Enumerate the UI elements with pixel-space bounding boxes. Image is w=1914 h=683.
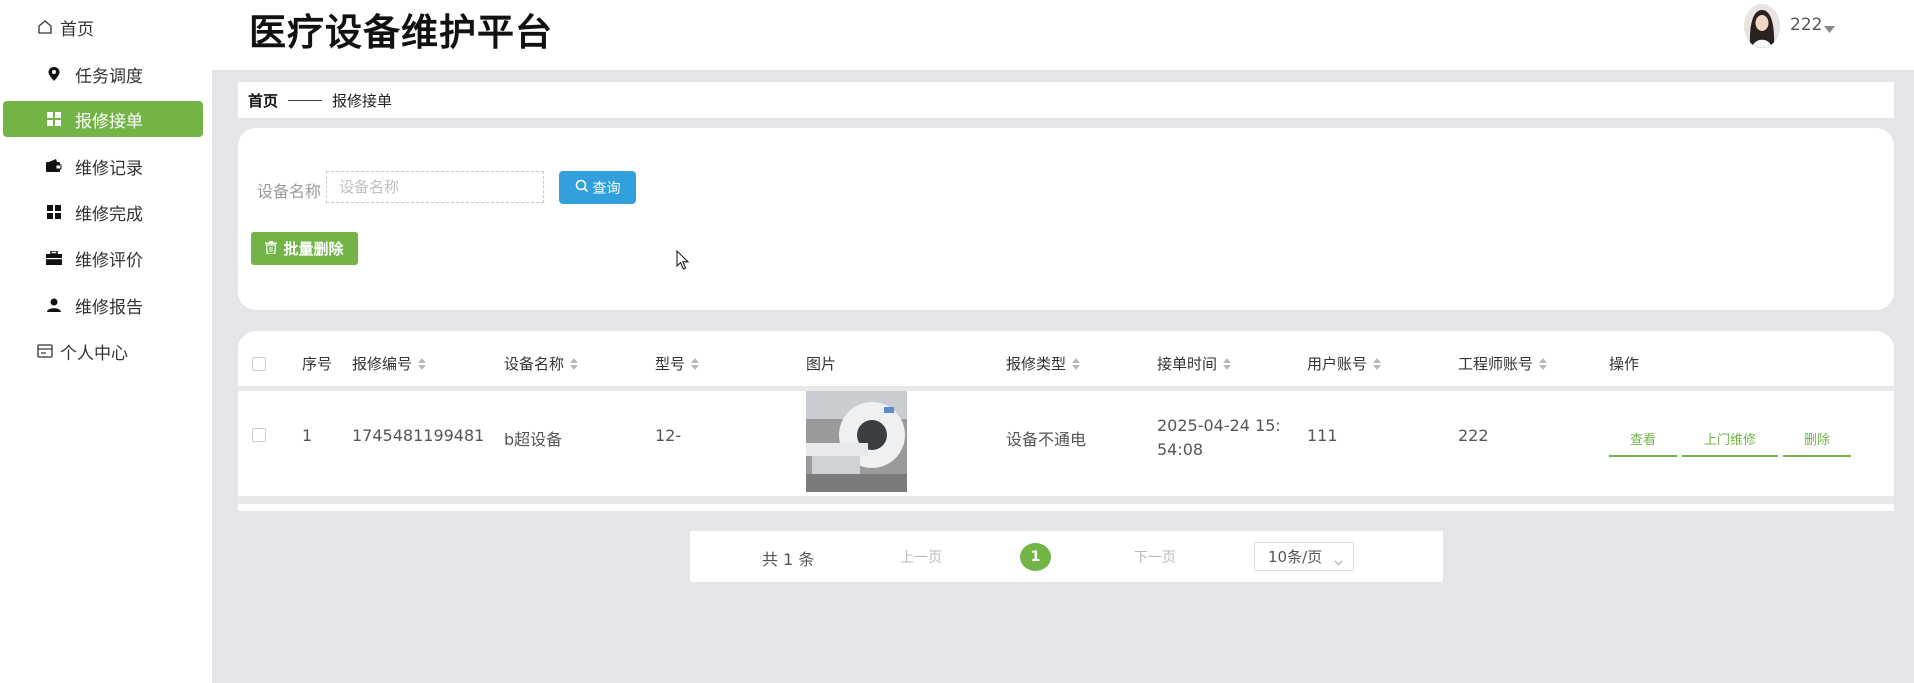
- sidebar-item-label: 任务调度: [75, 66, 143, 87]
- sort-icon[interactable]: [1539, 357, 1548, 370]
- pagination-total: 共 1 条: [762, 550, 815, 569]
- pagination: 共 1 条 上一页 1 下一页 10条/页: [690, 531, 1443, 582]
- sidebar-item-home[interactable]: 首页: [3, 9, 203, 45]
- page-number-button[interactable]: 1: [1020, 543, 1051, 571]
- sidebar-item-repair-reports[interactable]: 维修报告: [3, 287, 203, 323]
- grid-icon: [45, 203, 63, 221]
- sidebar-item-personal-center[interactable]: 个人中心: [3, 333, 203, 369]
- wallet-icon: [45, 157, 63, 175]
- data-table: 序号 报修编号 设备名称 型号 图片 报修类型 接单时间 用户账号 工程师账号 …: [238, 331, 1894, 511]
- delete-button[interactable]: 删除: [1783, 431, 1851, 457]
- page-size-select[interactable]: 10条/页: [1254, 542, 1354, 571]
- column-header-actions: 操作: [1609, 355, 1640, 373]
- row-divider: [238, 496, 1894, 504]
- sort-icon[interactable]: [418, 357, 427, 370]
- app-title: 医疗设备维护平台: [249, 11, 553, 54]
- card-icon: [36, 342, 54, 360]
- username[interactable]: 222: [1790, 15, 1822, 35]
- sidebar-item-task-dispatch[interactable]: 任务调度: [3, 56, 203, 92]
- column-header-device-name[interactable]: 设备名称: [504, 353, 579, 374]
- avatar[interactable]: [1744, 4, 1780, 48]
- column-header-order-time[interactable]: 接单时间: [1157, 353, 1232, 374]
- row-checkbox[interactable]: [252, 428, 266, 442]
- sidebar-item-repair-complete[interactable]: 维修完成: [3, 194, 203, 230]
- sort-icon[interactable]: [1373, 357, 1382, 370]
- sort-icon[interactable]: [1072, 357, 1081, 370]
- sidebar: 首页 任务调度 报修接单 维修记录 维修完成 维修评价 维修报告 个人中心: [0, 0, 212, 683]
- cell-repair-type: 设备不通电: [1006, 430, 1087, 449]
- sidebar-item-label: 维修报告: [75, 297, 143, 318]
- cell-index: 1: [302, 426, 313, 445]
- user-icon: [45, 296, 63, 314]
- sort-icon[interactable]: [691, 357, 700, 370]
- sidebar-item-label: 报修接单: [75, 111, 143, 132]
- trash-icon: [265, 240, 278, 258]
- device-image[interactable]: [806, 391, 907, 492]
- column-header-repair-no[interactable]: 报修编号: [352, 353, 427, 374]
- cell-repair-no: 1745481199481: [352, 426, 485, 445]
- bulk-delete-button[interactable]: 批量删除: [251, 232, 358, 265]
- cell-device-name: b超设备: [504, 430, 563, 449]
- breadcrumb-current: 报修接单: [332, 91, 393, 110]
- column-header-user-account[interactable]: 用户账号: [1307, 353, 1382, 374]
- sidebar-item-repair-records[interactable]: 维修记录: [3, 148, 203, 184]
- sidebar-item-repair-orders[interactable]: 报修接单: [3, 101, 203, 137]
- sidebar-item-label: 维修记录: [75, 158, 143, 179]
- search-icon: [575, 179, 589, 197]
- column-header-model[interactable]: 型号: [655, 353, 700, 374]
- sidebar-item-label: 个人中心: [60, 343, 128, 364]
- column-header-index: 序号: [302, 355, 333, 373]
- sort-icon[interactable]: [570, 357, 579, 370]
- breadcrumb-separator: [288, 99, 323, 101]
- column-header-repair-type[interactable]: 报修类型: [1006, 353, 1081, 374]
- sidebar-item-label: 维修评价: [75, 250, 143, 271]
- cell-order-time: 2025-04-24 15: 54:08: [1157, 416, 1281, 459]
- header: 医疗设备维护平台 222: [212, 0, 1914, 70]
- location-pin-icon: [45, 65, 63, 83]
- prev-page-button[interactable]: 上一页: [900, 547, 942, 567]
- cell-engineer-account: 222: [1458, 426, 1489, 445]
- breadcrumb-home[interactable]: 首页: [248, 90, 278, 111]
- cell-model: 12-: [655, 426, 682, 445]
- mouse-cursor-icon: [676, 249, 690, 274]
- sort-icon[interactable]: [1223, 357, 1232, 370]
- next-page-button[interactable]: 下一页: [1134, 547, 1176, 567]
- chevron-down-icon: [1334, 552, 1343, 570]
- table-row: 1 1745481199481 b超设备 12- 设备不通电 2025-04-2…: [238, 391, 1894, 496]
- search-button[interactable]: 查询: [559, 171, 636, 204]
- onsite-repair-button[interactable]: 上门维修: [1682, 431, 1778, 457]
- select-all-checkbox[interactable]: [252, 357, 266, 371]
- column-header-engineer-account[interactable]: 工程师账号: [1458, 353, 1548, 374]
- device-name-label: 设备名称: [257, 182, 322, 201]
- search-button-label: 查询: [592, 180, 621, 197]
- column-header-image: 图片: [806, 355, 837, 373]
- briefcase-icon: [45, 249, 63, 267]
- view-button[interactable]: 查看: [1609, 431, 1677, 457]
- page-size-value: 10条/页: [1268, 548, 1323, 566]
- home-icon: [36, 18, 54, 36]
- sidebar-item-repair-reviews[interactable]: 维修评价: [3, 240, 203, 276]
- sidebar-item-label: 维修完成: [75, 204, 143, 225]
- table-header: 序号 报修编号 设备名称 型号 图片 报修类型 接单时间 用户账号 工程师账号 …: [238, 331, 1894, 386]
- breadcrumb: 首页 报修接单: [238, 82, 1894, 118]
- caret-down-icon[interactable]: [1824, 19, 1835, 38]
- grid-icon: [45, 110, 63, 128]
- cell-user-account: 111: [1307, 426, 1338, 445]
- device-name-input[interactable]: [326, 171, 544, 203]
- search-panel: 设备名称 查询 批量删除: [238, 128, 1894, 310]
- bulk-delete-label: 批量删除: [283, 240, 344, 258]
- sidebar-item-label: 首页: [60, 19, 94, 40]
